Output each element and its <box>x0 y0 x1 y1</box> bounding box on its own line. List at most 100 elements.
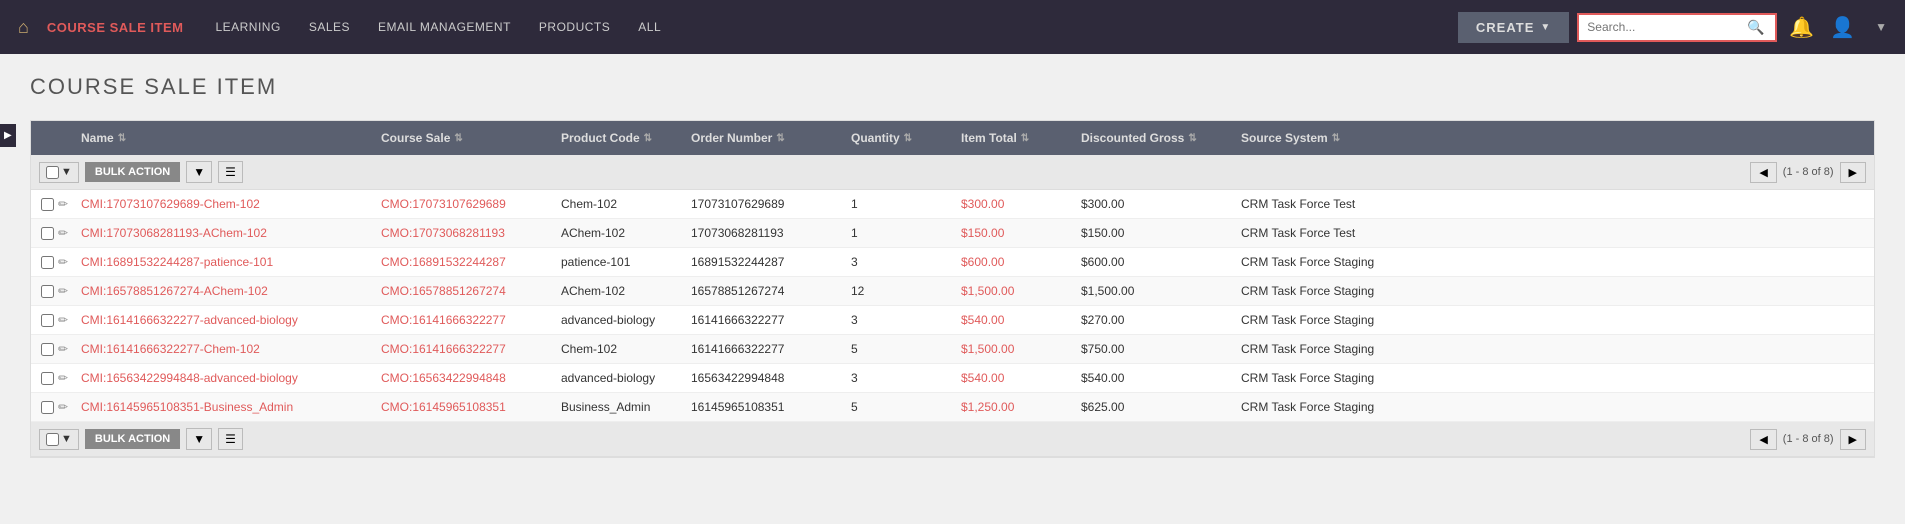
main-content: ▶ COURSE SALE ITEM Name ⇅ Course Sale ⇅ … <box>0 54 1905 478</box>
item-total-link[interactable]: $300.00 <box>961 197 1004 211</box>
th-quantity[interactable]: Quantity ⇅ <box>841 131 951 145</box>
sort-source-system-icon[interactable]: ⇅ <box>1332 133 1340 144</box>
item-total-link[interactable]: $1,250.00 <box>961 400 1014 414</box>
edit-icon[interactable]: ✏ <box>58 342 68 356</box>
row-checkbox[interactable] <box>41 314 54 327</box>
edit-icon[interactable]: ✏ <box>58 197 68 211</box>
th-name[interactable]: Name ⇅ <box>71 131 371 145</box>
nav-link-email-management[interactable]: EMAIL MANAGEMENT <box>366 14 523 40</box>
name-link[interactable]: CMI:17073068281193-AChem-102 <box>81 226 267 240</box>
edit-icon[interactable]: ✏ <box>58 313 68 327</box>
course-sale-link[interactable]: CMO:16141666322277 <box>381 313 506 327</box>
bottom-prev-page-button[interactable]: ◀ <box>1750 429 1776 450</box>
select-all-arrow[interactable]: ▼ <box>61 166 72 178</box>
create-button[interactable]: CREATE ▼ <box>1458 12 1569 43</box>
sort-product-code-icon[interactable]: ⇅ <box>644 133 652 144</box>
sort-discounted-gross-icon[interactable]: ⇅ <box>1188 133 1196 144</box>
cell-item-total: $150.00 <box>951 226 1071 240</box>
bulk-action-button[interactable]: BULK ACTION <box>85 162 180 182</box>
nav-link-learning[interactable]: LEARNING <box>203 14 292 40</box>
row-checkbox[interactable] <box>41 372 54 385</box>
sort-quantity-icon[interactable]: ⇅ <box>904 133 912 144</box>
bottom-select-all-checkbox[interactable] <box>46 433 59 446</box>
th-course-sale[interactable]: Course Sale ⇅ <box>371 131 551 145</box>
cell-source-system: CRM Task Force Test <box>1231 226 1874 240</box>
row-checkbox[interactable] <box>41 227 54 240</box>
sidebar-toggle[interactable]: ▶ <box>0 124 16 147</box>
name-link[interactable]: CMI:16145965108351-Business_Admin <box>81 400 293 414</box>
cell-source-system: CRM Task Force Staging <box>1231 284 1874 298</box>
bottom-next-page-button[interactable]: ▶ <box>1840 429 1866 450</box>
edit-icon[interactable]: ✏ <box>58 284 68 298</box>
edit-icon[interactable]: ✏ <box>58 255 68 269</box>
page-title: COURSE SALE ITEM <box>30 74 1875 100</box>
bottom-filter-button[interactable]: ▼ <box>186 428 212 450</box>
cell-quantity: 12 <box>841 284 951 298</box>
th-order-number[interactable]: Order Number ⇅ <box>681 131 841 145</box>
item-total-link[interactable]: $1,500.00 <box>961 342 1014 356</box>
name-link[interactable]: CMI:16141666322277-Chem-102 <box>81 342 260 356</box>
cell-quantity: 1 <box>841 226 951 240</box>
item-total-link[interactable]: $600.00 <box>961 255 1004 269</box>
nav-link-products[interactable]: PRODUCTS <box>527 14 622 40</box>
row-checkbox[interactable] <box>41 256 54 269</box>
name-link[interactable]: CMI:16578851267274-AChem-102 <box>81 284 268 298</box>
user-name-display[interactable]: ▼ <box>1867 16 1895 38</box>
nav-brand[interactable]: COURSE SALE ITEM <box>47 20 184 35</box>
cell-order-number: 16891532244287 <box>681 255 841 269</box>
bottom-list-view-button[interactable]: ☰ <box>218 428 243 450</box>
nav-link-sales[interactable]: SALES <box>297 14 362 40</box>
item-total-link[interactable]: $1,500.00 <box>961 284 1014 298</box>
cell-product-code: Business_Admin <box>551 400 681 414</box>
home-icon[interactable]: ⌂ <box>10 17 37 38</box>
filter-button[interactable]: ▼ <box>186 161 212 183</box>
user-avatar-icon[interactable]: 👤 <box>1826 11 1859 44</box>
row-checkbox[interactable] <box>41 198 54 211</box>
sort-order-number-icon[interactable]: ⇅ <box>776 133 784 144</box>
sort-name-icon[interactable]: ⇅ <box>118 133 126 144</box>
search-icon[interactable]: 🔍 <box>1747 19 1764 36</box>
prev-page-button[interactable]: ◀ <box>1750 162 1776 183</box>
edit-icon[interactable]: ✏ <box>58 371 68 385</box>
edit-icon[interactable]: ✏ <box>58 400 68 414</box>
bottom-select-all-arrow[interactable]: ▼ <box>61 433 72 445</box>
item-total-link[interactable]: $540.00 <box>961 313 1004 327</box>
nav-link-all[interactable]: ALL <box>626 14 673 40</box>
notification-icon[interactable]: 🔔 <box>1785 11 1818 44</box>
name-link[interactable]: CMI:16891532244287-patience-101 <box>81 255 273 269</box>
bottom-bulk-action-button[interactable]: BULK ACTION <box>85 429 180 449</box>
course-sale-link[interactable]: CMO:17073068281193 <box>381 226 505 240</box>
row-check-cell: ✏ <box>31 400 71 414</box>
th-discounted-gross[interactable]: Discounted Gross ⇅ <box>1071 131 1231 145</box>
item-total-link[interactable]: $150.00 <box>961 226 1004 240</box>
th-item-total[interactable]: Item Total ⇅ <box>951 131 1071 145</box>
course-sale-link[interactable]: CMO:16563422994848 <box>381 371 506 385</box>
course-sale-link[interactable]: CMO:16891532244287 <box>381 255 506 269</box>
course-sale-link[interactable]: CMO:16145965108351 <box>381 400 506 414</box>
item-total-link[interactable]: $540.00 <box>961 371 1004 385</box>
name-link[interactable]: CMI:17073107629689-Chem-102 <box>81 197 260 211</box>
search-input[interactable] <box>1587 20 1747 34</box>
select-all-dropdown[interactable]: ▼ <box>39 162 79 183</box>
sort-item-total-icon[interactable]: ⇅ <box>1021 133 1029 144</box>
course-sale-link[interactable]: CMO:17073107629689 <box>381 197 506 211</box>
select-all-checkbox[interactable] <box>46 166 59 179</box>
next-page-button[interactable]: ▶ <box>1840 162 1866 183</box>
row-checkbox[interactable] <box>41 285 54 298</box>
cell-product-code: Chem-102 <box>551 342 681 356</box>
cell-product-code: AChem-102 <box>551 226 681 240</box>
th-product-code[interactable]: Product Code ⇅ <box>551 131 681 145</box>
name-link[interactable]: CMI:16141666322277-advanced-biology <box>81 313 298 327</box>
course-sale-link[interactable]: CMO:16141666322277 <box>381 342 506 356</box>
sort-course-sale-icon[interactable]: ⇅ <box>454 133 462 144</box>
course-sale-link[interactable]: CMO:16578851267274 <box>381 284 506 298</box>
row-checkbox[interactable] <box>41 401 54 414</box>
row-checkbox[interactable] <box>41 343 54 356</box>
th-source-system[interactable]: Source System ⇅ <box>1231 131 1874 145</box>
cell-item-total: $1,500.00 <box>951 342 1071 356</box>
name-link[interactable]: CMI:16563422994848-advanced-biology <box>81 371 298 385</box>
search-box: 🔍 <box>1577 13 1777 42</box>
list-view-button[interactable]: ☰ <box>218 161 243 183</box>
edit-icon[interactable]: ✏ <box>58 226 68 240</box>
bottom-select-all-dropdown[interactable]: ▼ <box>39 429 79 450</box>
